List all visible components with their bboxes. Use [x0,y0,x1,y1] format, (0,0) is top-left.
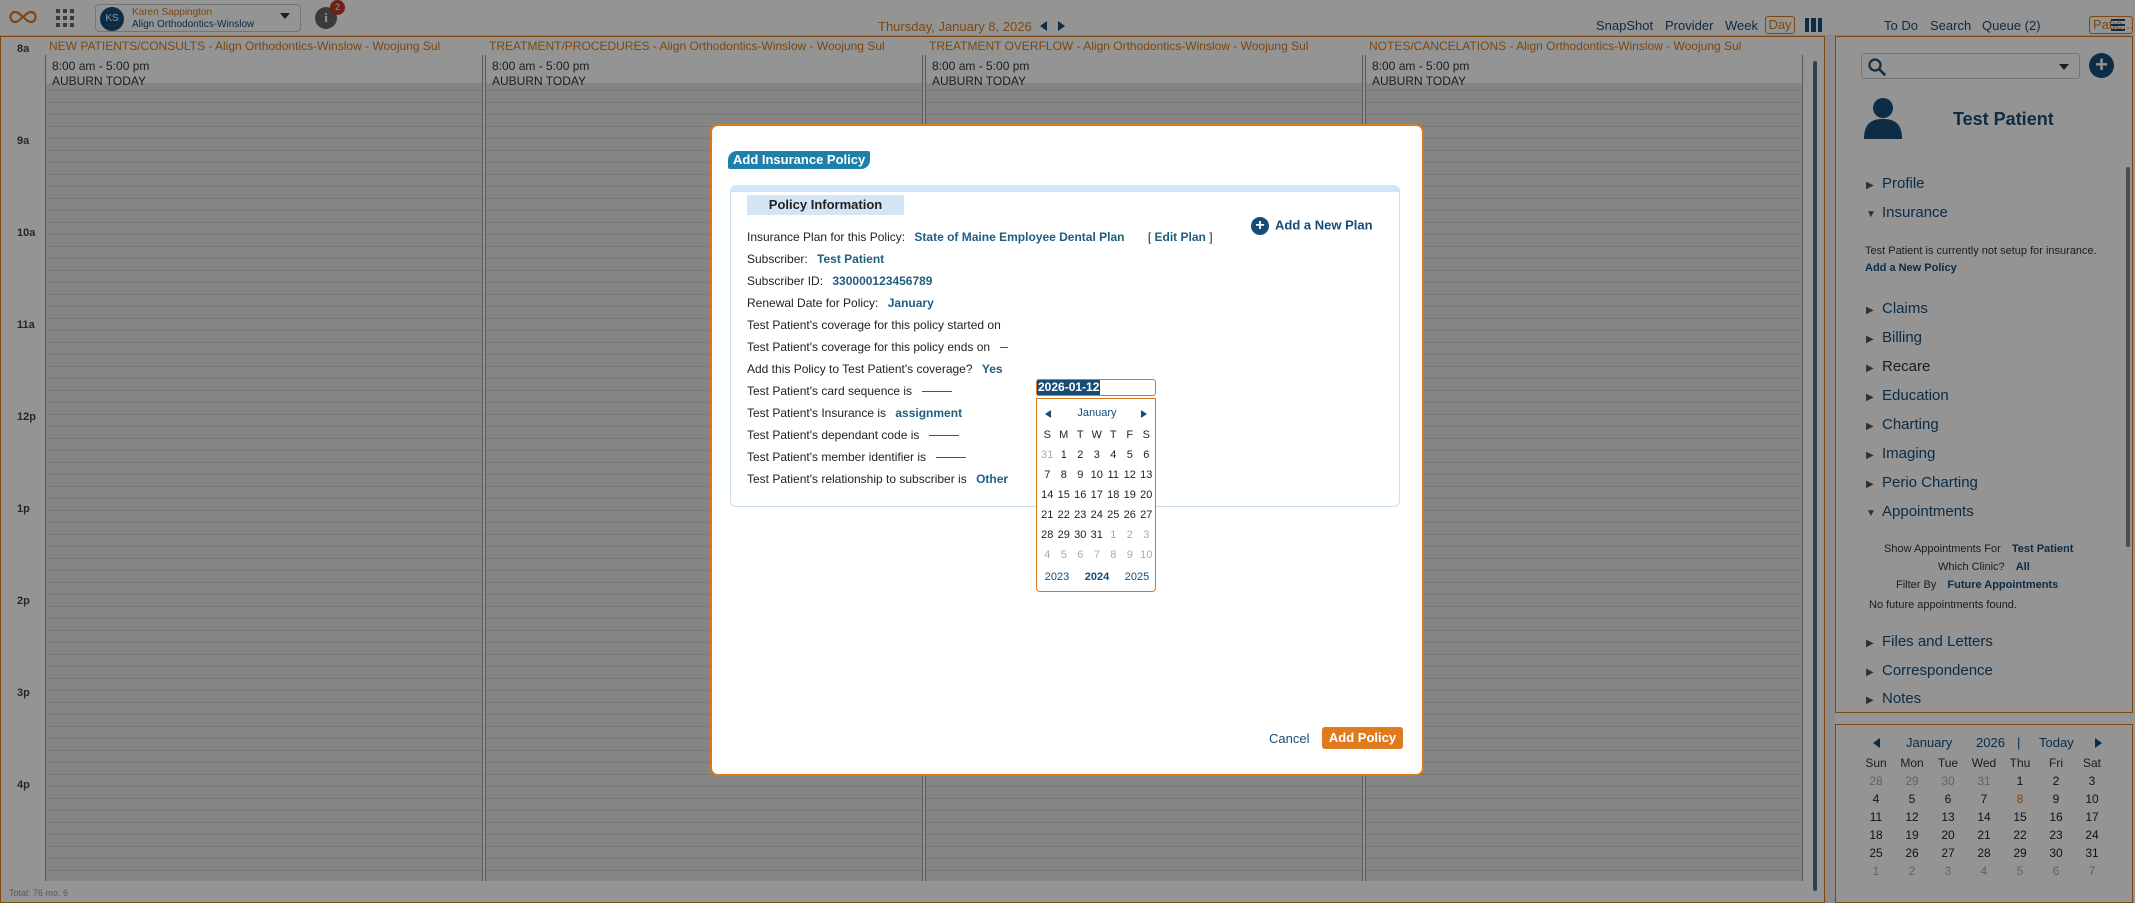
picker-day[interactable]: 7 [1089,545,1106,565]
picker-day[interactable]: 7 [1039,465,1056,485]
renewal-row: Renewal Date for Policy: January [747,296,934,310]
add-to-coverage-row: Add this Policy to Test Patient's covera… [747,362,1003,376]
insurance-type-row: Test Patient's Insurance is assignment [747,406,963,420]
picker-day[interactable]: 21 [1039,505,1056,525]
picker-day[interactable]: 24 [1089,505,1106,525]
picker-day[interactable]: 25 [1105,505,1122,525]
picker-weekday: W [1091,429,1102,441]
subscriber-value[interactable]: Test Patient [817,252,884,266]
picker-day[interactable]: 31 [1039,445,1056,465]
picker-day[interactable]: 28 [1039,525,1056,545]
picker-year[interactable]: 2024 [1085,571,1109,583]
picker-day[interactable]: 8 [1105,545,1122,565]
picker-day[interactable]: 16 [1072,485,1089,505]
picker-day[interactable]: 15 [1056,485,1073,505]
subscriber-row: Subscriber: Test Patient [747,252,885,266]
add-new-plan-button[interactable]: + Add a New Plan [1251,217,1373,235]
picker-weekday: S [1142,429,1150,441]
picker-day[interactable]: 11 [1105,465,1122,485]
add-to-coverage-value[interactable]: Yes [982,362,1003,376]
coverage-start-row: Test Patient's coverage for this policy … [747,318,1001,332]
add-insurance-policy-dialog: Add Insurance Policy Policy Information … [710,124,1424,776]
picker-day[interactable]: 20 [1138,485,1155,505]
picker-day[interactable]: 2 [1122,525,1139,545]
date-picker: January S M T W T F S 31 1 2 3 4 5 6 7 8 9 10 11 12 13 14 15 16… [1036,398,1156,592]
picker-weekday: M [1059,429,1069,441]
dependant-code-field[interactable] [929,435,960,437]
dialog-title: Add Insurance Policy [728,151,871,169]
picker-day[interactable]: 10 [1138,545,1155,565]
picker-year[interactable]: 2025 [1125,571,1149,583]
member-id-field[interactable] [936,457,967,459]
picker-day[interactable]: 9 [1072,465,1089,485]
picker-day[interactable]: 30 [1072,525,1089,545]
picker-year[interactable]: 2023 [1045,571,1069,583]
picker-years: 2023 2024 2025 [1037,571,1157,583]
picker-day[interactable]: 26 [1122,505,1139,525]
picker-day[interactable]: 8 [1056,465,1073,485]
relationship-value[interactable]: Other [976,472,1008,486]
add-policy-button[interactable]: Add Policy [1322,727,1403,749]
picker-weekday: S [1043,429,1051,441]
picker-day[interactable]: 23 [1072,505,1089,525]
plan-row: Insurance Plan for this Policy: State of… [747,230,1213,244]
picker-day[interactable]: 4 [1039,545,1056,565]
picker-day[interactable]: 3 [1089,445,1106,465]
picker-day[interactable]: 18 [1105,485,1122,505]
picker-day[interactable]: 29 [1056,525,1073,545]
picker-day[interactable]: 3 [1138,525,1155,545]
plus-icon: + [1251,217,1269,235]
picker-day[interactable]: 19 [1122,485,1139,505]
relationship-row: Test Patient's relationship to subscribe… [747,472,1009,486]
card-sequence-row: Test Patient's card sequence is [747,384,953,398]
coverage-end-row: Test Patient's coverage for this policy … [747,340,1009,354]
insurance-type-value[interactable]: assignment [895,406,962,420]
dependant-code-row: Test Patient's dependant code is [747,428,960,442]
picker-day[interactable]: 10 [1089,465,1106,485]
picker-day[interactable]: 12 [1122,465,1139,485]
picker-day[interactable]: 1 [1105,525,1122,545]
picker-day[interactable]: 9 [1122,545,1139,565]
picker-weekday: T [1109,429,1117,441]
coverage-start-date-value: 2026-01-12 [1037,380,1101,395]
picker-day[interactable]: 14 [1039,485,1056,505]
member-id-row: Test Patient's member identifier is [747,450,967,464]
picker-day[interactable]: 22 [1056,505,1073,525]
picker-next-month-icon[interactable] [1141,410,1147,418]
cancel-button[interactable]: Cancel [1269,731,1309,746]
picker-day[interactable]: 5 [1056,545,1073,565]
coverage-start-date-input[interactable]: 2026-01-12 [1036,379,1156,396]
picker-weekday: F [1126,429,1134,441]
subscriber-id-row: Subscriber ID: 330000123456789 [747,274,933,288]
picker-weekday: T [1076,429,1084,441]
picker-day[interactable]: 6 [1072,545,1089,565]
picker-day[interactable]: 4 [1105,445,1122,465]
picker-day[interactable]: 17 [1089,485,1106,505]
picker-day[interactable]: 2 [1072,445,1089,465]
coverage-end-field[interactable] [1000,347,1009,349]
renewal-value[interactable]: January [888,296,934,310]
plan-value[interactable]: State of Maine Employee Dental Plan [914,230,1124,244]
policy-information-section: Policy Information + Add a New Plan Insur… [730,185,1400,592]
subscriber-id-value[interactable]: 330000123456789 [832,274,932,288]
picker-day[interactable]: 5 [1122,445,1139,465]
picker-month: January [1077,407,1117,419]
picker-day[interactable]: 6 [1138,445,1155,465]
picker-day[interactable]: 13 [1138,465,1155,485]
picker-day[interactable]: 31 [1089,525,1106,545]
picker-grid: S M T W T F S 31 1 2 3 4 5 6 7 8 9 10 11 12 13 14 15 16 17 18 19 20… [1039,425,1155,565]
picker-day[interactable]: 1 [1056,445,1073,465]
picker-day[interactable]: 27 [1138,505,1155,525]
edit-plan-link[interactable]: Edit Plan [1155,230,1206,244]
card-sequence-field[interactable] [922,391,953,393]
section-tab: Policy Information [747,195,904,215]
